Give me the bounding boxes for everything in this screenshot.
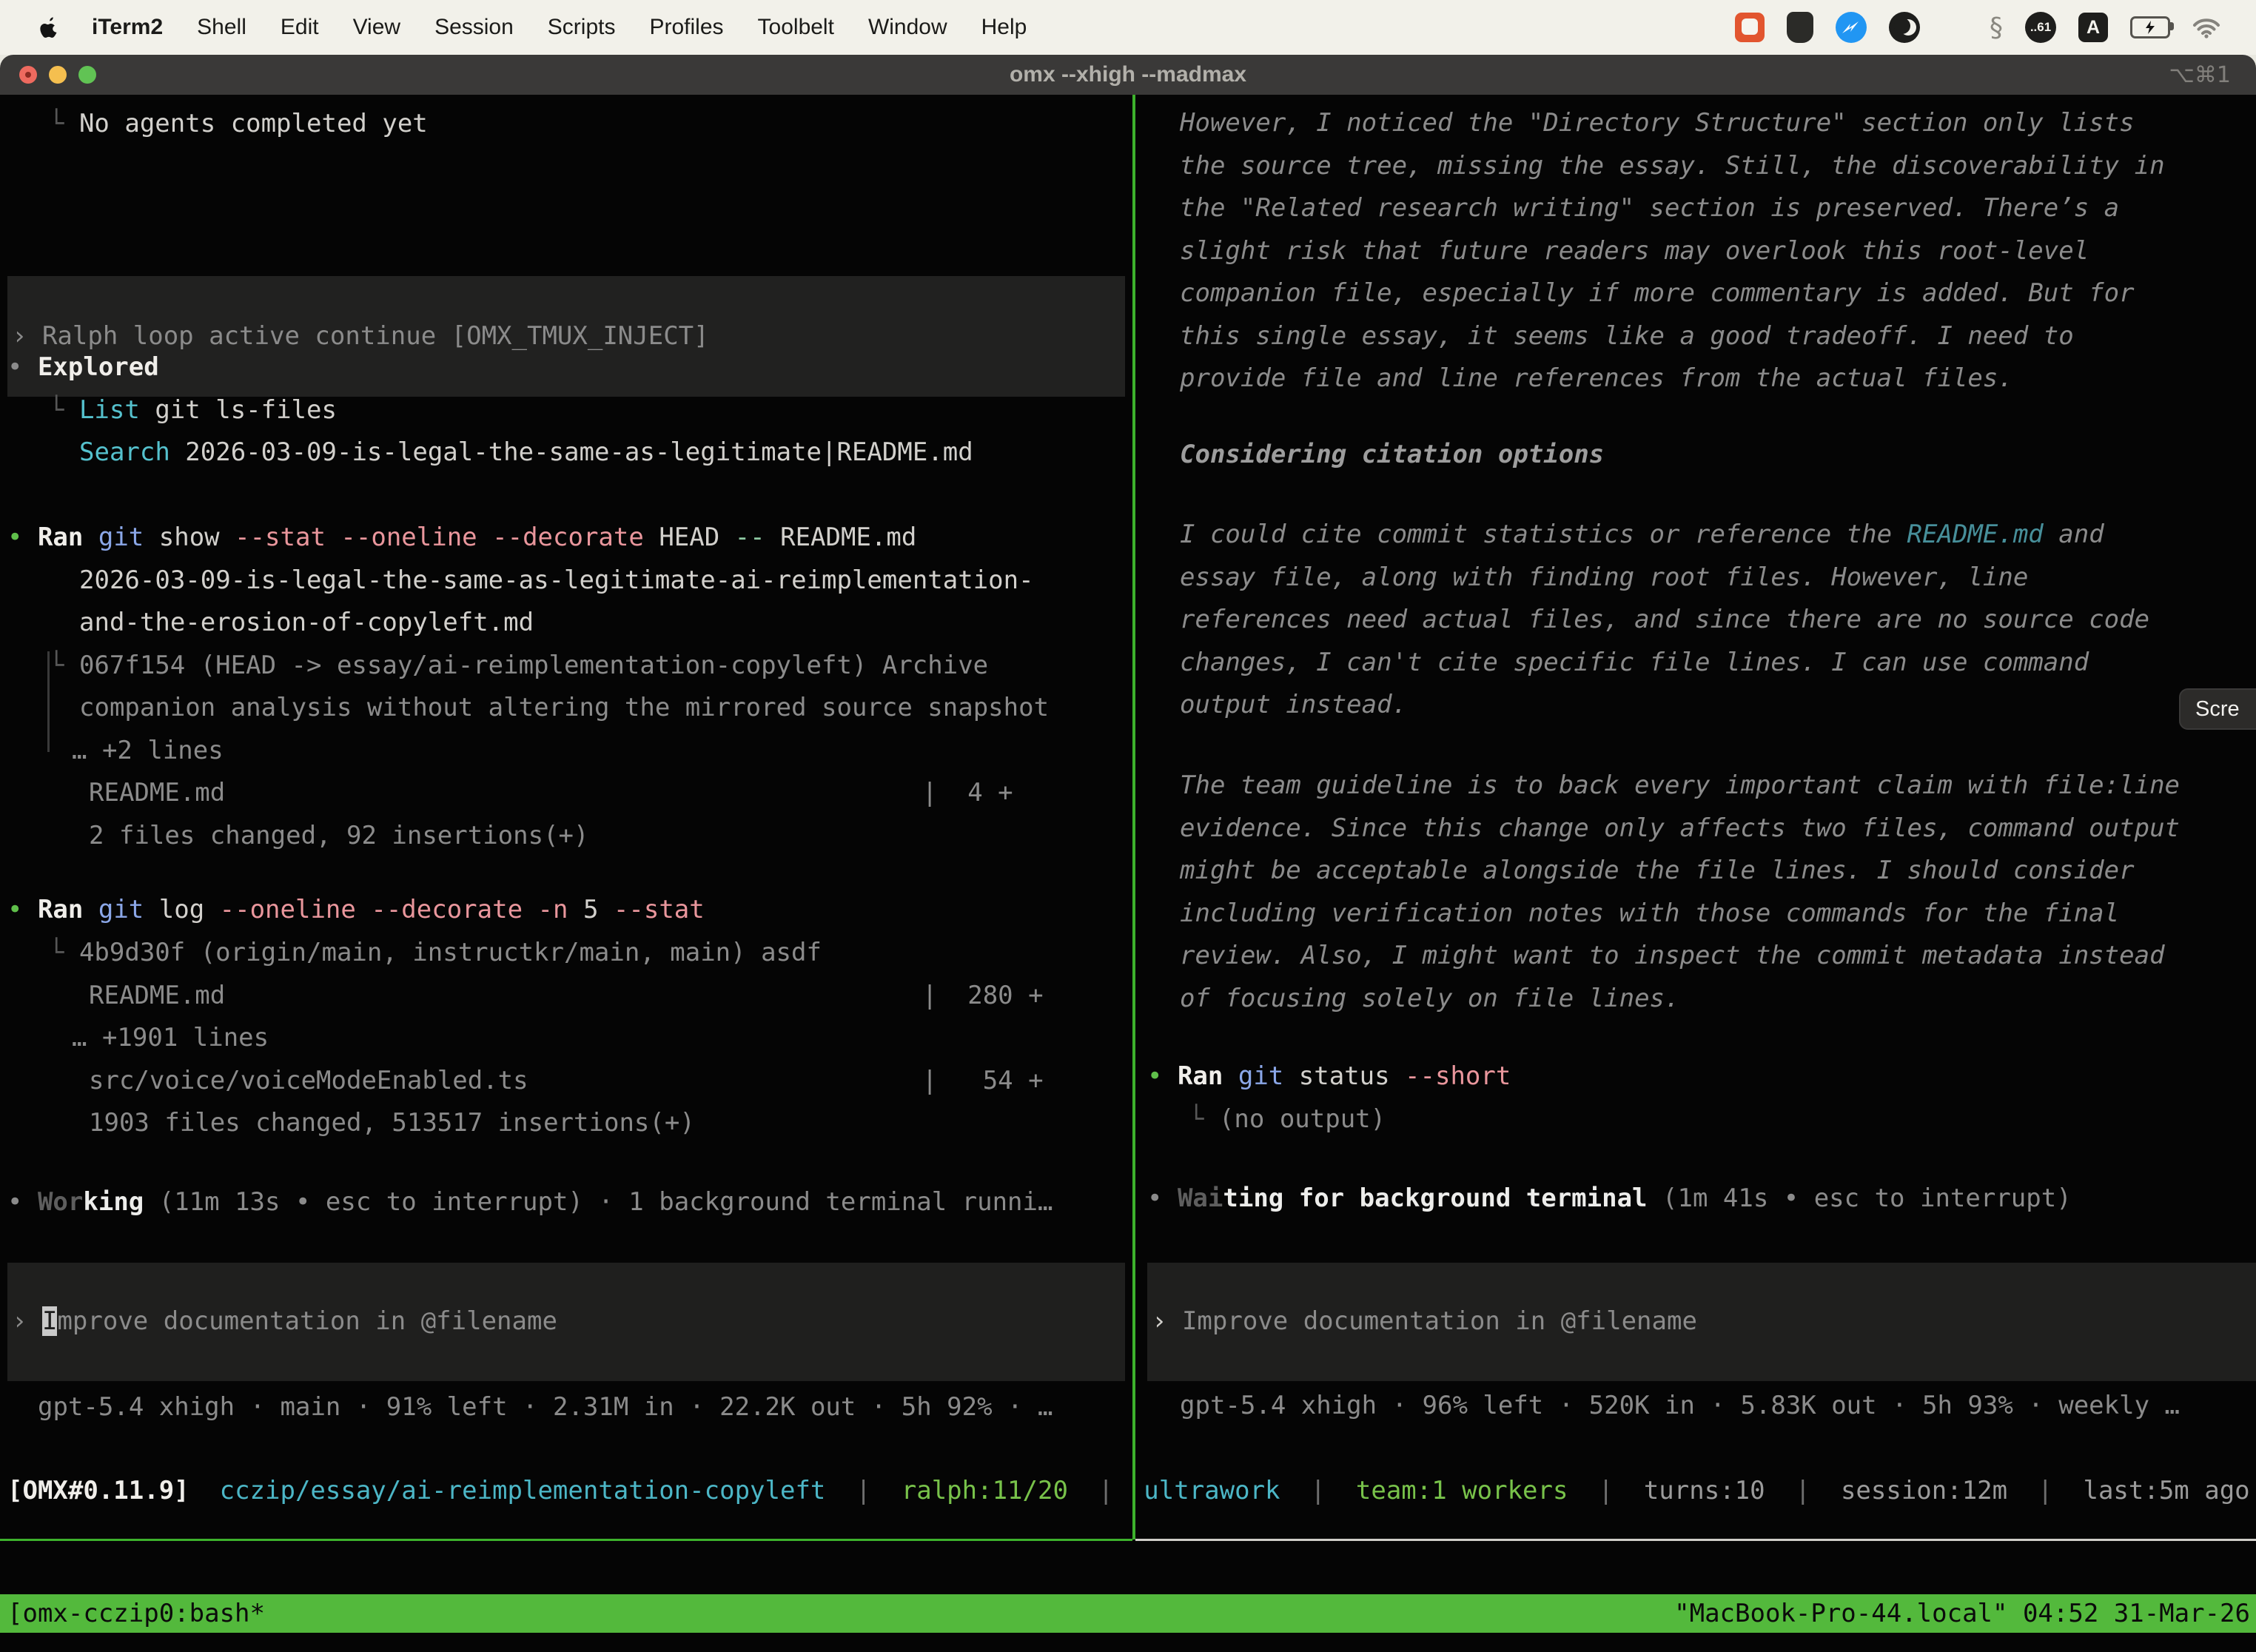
working-status-line: • Working (11m 13s • esc to interrupt) ·…: [7, 1181, 1053, 1223]
thinking-p1-l1: However, I noticed the "Directory Struct…: [1180, 102, 2135, 144]
git-show-stat-readme: README.md | 4 +: [89, 772, 1013, 814]
right-prompt-text: › Improve documentation in @filename: [1152, 1300, 1697, 1343]
window-shortcut-badge: ⌥⌘1: [2169, 62, 2231, 88]
menu-item-profiles[interactable]: Profiles: [649, 15, 723, 40]
omx-status-bar: [OMX#0.11.9] cczip/essay/ai-reimplementa…: [7, 1470, 2250, 1512]
tmux-session-window[interactable]: [omx-cczip0:bash*: [7, 1599, 265, 1628]
git-show-filename-line1: 2026-03-09-is-legal-the-same-as-legitima…: [79, 560, 1034, 602]
window-title: omx --xhigh --madmax: [0, 62, 2256, 87]
thinking-p2-l5: output instead.: [1180, 684, 1407, 726]
thinking-p3-l2: evidence. Since this change only affects…: [1180, 807, 2180, 850]
menu-item-window[interactable]: Window: [868, 15, 947, 40]
messenger-icon[interactable]: [1836, 12, 1867, 43]
git-log-stat-readme: README.md | 280 +: [89, 975, 1044, 1017]
screen-share-label: Scre: [2195, 697, 2240, 722]
git-status-no-output: └ (no output): [1189, 1098, 1386, 1141]
right-pane-bottom-border: [1135, 1539, 2256, 1541]
explored-header: • Explored: [7, 346, 159, 389]
menu-item-toolbelt[interactable]: Toolbelt: [758, 15, 834, 40]
menu-item-edit[interactable]: Edit: [281, 15, 319, 40]
thinking-p1-l7: provide file and line references from th…: [1180, 357, 2013, 400]
waiting-status-line: • Waiting for background terminal (1m 41…: [1147, 1178, 2072, 1220]
menu-item-shell[interactable]: Shell: [197, 15, 246, 40]
chat-bubble-icon[interactable]: [1735, 13, 1765, 42]
explored-list-line: └ List git ls-files: [49, 389, 337, 432]
letter-a-icon[interactable]: A: [2078, 13, 2108, 42]
wifi-icon[interactable]: [2192, 16, 2220, 38]
git-show-commit-line1: └ 067f154 (HEAD -> essay/ai-reimplementa…: [49, 645, 988, 687]
left-session-status: gpt-5.4 xhigh · main · 91% left · 2.31M …: [38, 1386, 1053, 1428]
left-prompt-input[interactable]: › Improve documentation in @filename: [7, 1263, 1125, 1381]
menu-item-app[interactable]: iTerm2: [92, 15, 163, 40]
thinking-p2-l2: essay file, along with finding root file…: [1180, 557, 2028, 599]
git-log-stat-voice: src/voice/voiceModeEnabled.ts | 54 +: [89, 1060, 1044, 1102]
right-session-status: gpt-5.4 xhigh · 96% left · 520K in · 5.8…: [1180, 1385, 2180, 1427]
menu-bar: iTerm2 Shell Edit View Session Scripts P…: [0, 0, 2256, 55]
thinking-p3-l3: might be acceptable alongside the file l…: [1180, 850, 2135, 892]
git-show-filename-line2: and-the-erosion-of-copyleft.md: [79, 602, 534, 644]
menu-item-view[interactable]: View: [353, 15, 400, 40]
right-prompt-input[interactable]: › Improve documentation in @filename: [1147, 1263, 2256, 1381]
ralph-loop-banner: › Ralph loop active continue [OMX_TMUX_I…: [7, 276, 1125, 397]
ran-git-status-line: • Ran git status --short: [1147, 1055, 1511, 1098]
ran-git-show-line: • Ran git show --stat --oneline --decora…: [7, 517, 916, 559]
crescent-circle-icon[interactable]: [1889, 12, 1920, 43]
thinking-p1-l2: the source tree, missing the essay. Stil…: [1180, 145, 2165, 187]
git-show-commit-line2: companion analysis without altering the …: [79, 687, 1049, 729]
screen-share-overlay[interactable]: Scre: [2179, 688, 2256, 730]
menu-item-scripts[interactable]: Scripts: [548, 15, 616, 40]
thinking-p1-l3: the "Related research writing" section i…: [1180, 187, 2119, 229]
thinking-heading: Considering citation options: [1180, 434, 1604, 476]
battery-icon[interactable]: [2130, 16, 2170, 38]
tmux-status-bar: [omx-cczip0:bash* "MacBook-Pro-44.local"…: [0, 1594, 2256, 1633]
thinking-p3-l6: of focusing solely on file lines.: [1180, 978, 1680, 1020]
thinking-p2-l1: I could cite commit statistics or refere…: [1180, 514, 2104, 556]
count-badge-icon[interactable]: ..61: [2025, 12, 2056, 43]
thinking-p1-l4: slight risk that future readers may over…: [1180, 230, 2089, 272]
tmux-host-clock: "MacBook-Pro-44.local" 04:52 31-Mar-26: [1674, 1599, 2250, 1628]
explored-search-line: Search 2026-03-09-is-legal-the-same-as-l…: [79, 432, 973, 474]
screen: iTerm2 Shell Edit View Session Scripts P…: [0, 0, 2256, 1652]
shield-grid-icon[interactable]: [1787, 12, 1813, 43]
agents-status-line: └ No agents completed yet: [49, 103, 428, 145]
squiggle-icon[interactable]: §: [1990, 13, 2003, 43]
left-prompt-text: › Improve documentation in @filename: [12, 1300, 557, 1343]
apple-menu[interactable]: [40, 16, 59, 38]
left-pane-bottom-border: [0, 1539, 1132, 1541]
git-show-summary: 2 files changed, 92 insertions(+): [89, 815, 589, 857]
terminal-content: └ No agents completed yet › Ralph loop a…: [0, 95, 2256, 1652]
menu-item-help[interactable]: Help: [981, 15, 1027, 40]
git-log-summary: 1903 files changed, 513517 insertions(+): [89, 1102, 695, 1144]
tmux-pane-divider: [1132, 95, 1135, 1539]
menu-item-session[interactable]: Session: [434, 15, 514, 40]
git-show-more-lines: … +2 lines: [72, 730, 224, 772]
thinking-p1-l5: companion file, especially if more comme…: [1180, 272, 2135, 315]
apple-icon: [40, 16, 59, 38]
ran-git-log-line: • Ran git log --oneline --decorate -n 5 …: [7, 889, 705, 931]
git-log-more-lines: … +1901 lines: [72, 1017, 269, 1059]
window-title-bar[interactable]: omx --xhigh --madmax ⌥⌘1: [0, 55, 2256, 95]
thinking-p2-l4: changes, I can't cite specific file line…: [1180, 642, 2089, 684]
thinking-p3-l5: review. Also, I might want to inspect th…: [1180, 935, 2165, 977]
thinking-p1-l6: this single essay, it seems like a good …: [1180, 315, 2074, 357]
thinking-p2-l3: references need actual files, and since …: [1180, 599, 2149, 641]
thinking-p3-l1: The team guideline is to back every impo…: [1180, 765, 2180, 807]
thinking-p3-l4: including verification notes with those …: [1180, 893, 2119, 935]
git-log-commit-line: └ 4b9d30f (origin/main, instructkr/main,…: [49, 932, 822, 974]
dots-grid-icon[interactable]: [1942, 15, 1967, 40]
menu-bar-status-icons: § ..61 A: [1735, 12, 2220, 43]
